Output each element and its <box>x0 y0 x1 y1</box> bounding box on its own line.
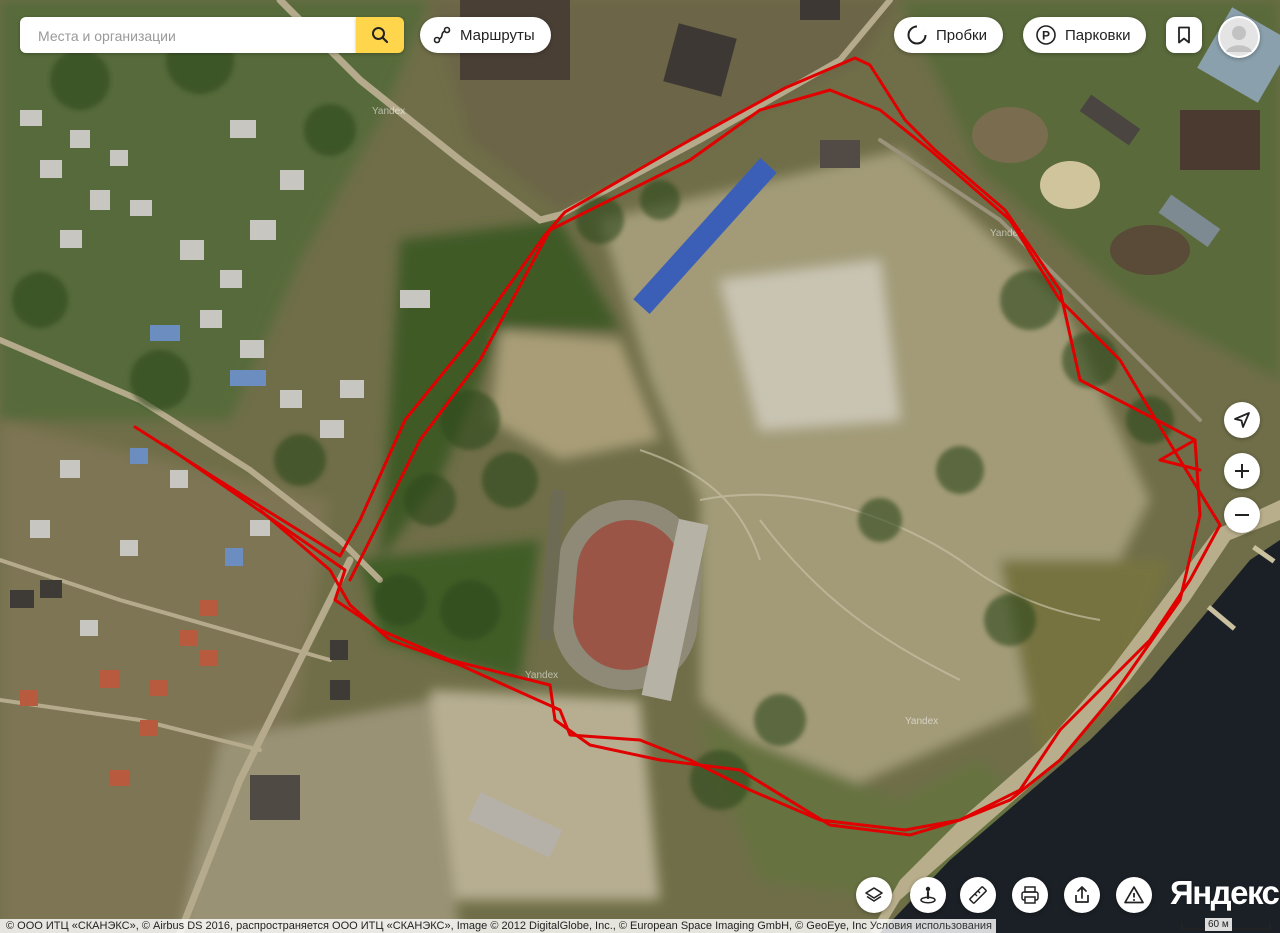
print-button[interactable] <box>1012 877 1048 913</box>
traffic-icon <box>907 25 927 45</box>
panorama-button[interactable] <box>910 877 946 913</box>
plus-icon <box>1235 464 1249 478</box>
search-icon <box>372 27 389 44</box>
user-avatar[interactable] <box>1218 16 1260 58</box>
zoom-in-button[interactable] <box>1224 453 1260 489</box>
search-button[interactable] <box>356 17 404 53</box>
satellite-map[interactable]: Yandex Yandex Yandex Yandex <box>0 0 1280 933</box>
pit <box>1110 225 1190 275</box>
minus-icon <box>1235 514 1249 516</box>
routes-icon <box>433 26 451 44</box>
print-icon <box>1021 886 1039 904</box>
geolocation-icon <box>1234 412 1250 428</box>
svg-text:P: P <box>1042 29 1050 43</box>
parking-label: Парковки <box>1065 26 1131 44</box>
parking-button[interactable]: P Парковки <box>1023 17 1147 53</box>
traffic-button[interactable]: Пробки <box>894 17 1003 53</box>
ruler-icon <box>969 886 987 904</box>
geolocation-button[interactable] <box>1224 402 1260 438</box>
routes-button[interactable]: Маршруты <box>420 17 551 53</box>
routes-label: Маршруты <box>460 26 535 44</box>
map-watermark: Yandex <box>372 106 405 117</box>
bookmark-icon <box>1178 26 1190 44</box>
bookmarks-button[interactable] <box>1166 17 1202 53</box>
warning-icon <box>1124 886 1144 904</box>
layers-icon <box>865 887 883 902</box>
share-button[interactable] <box>1064 877 1100 913</box>
ruler-button[interactable] <box>960 877 996 913</box>
parking-icon: P <box>1036 25 1056 45</box>
panorama-icon <box>920 886 936 904</box>
share-icon <box>1075 886 1089 903</box>
zoom-out-button[interactable] <box>1224 497 1260 533</box>
report-button[interactable] <box>1116 877 1152 913</box>
search-field[interactable] <box>20 17 356 55</box>
scale-label: 60 м <box>1205 918 1232 931</box>
user-avatar-icon <box>1220 18 1258 56</box>
terms-link[interactable]: Условия использования <box>870 920 992 932</box>
yandex-logo: Яндекс <box>1170 874 1280 911</box>
layers-button[interactable] <box>856 877 892 913</box>
copyright-text: © ООО ИТЦ «СКАНЭКС», © Airbus DS 2016, р… <box>6 920 867 932</box>
search-input[interactable] <box>36 17 344 55</box>
map-watermark: Yandex <box>905 716 938 727</box>
pit <box>972 107 1048 163</box>
pit <box>1040 161 1100 209</box>
traffic-label: Пробки <box>936 26 987 44</box>
copyright-bar: © ООО ИТЦ «СКАНЭКС», © Airbus DS 2016, р… <box>0 919 996 933</box>
